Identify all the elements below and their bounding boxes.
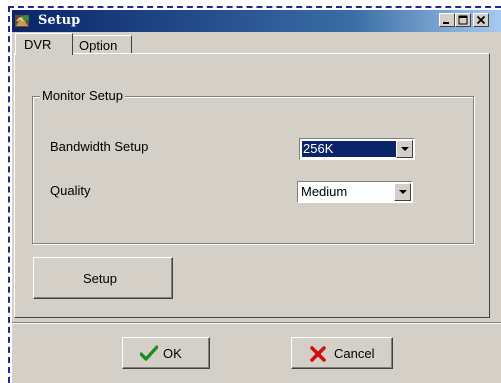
cross-icon [310,346,326,362]
monitor-setup-group [32,96,474,244]
minimize-icon [443,22,449,24]
screenshot-selection-top [8,6,501,8]
tab-dvr[interactable]: DVR [15,33,73,55]
tab-option-label: Option [79,38,118,53]
close-button[interactable] [473,13,489,27]
screenshot-selection-left [8,6,10,383]
window-title: Setup [38,13,81,28]
tab-dvr-label: DVR [24,37,52,52]
ok-button-label: OK [163,346,182,361]
cancel-button[interactable]: Cancel [291,337,393,369]
footer-divider [12,322,501,324]
maximize-button[interactable] [455,13,471,27]
monitor-setup-group-label: Monitor Setup [40,88,125,103]
tab-option[interactable]: Option [73,35,132,53]
quality-label: Quality [50,183,91,198]
bandwidth-dropdown-button[interactable] [396,140,413,158]
setup-dialog: Setup DVR Option Monitor Setup Bandwidth… [12,10,501,383]
close-icon [476,15,486,25]
chevron-down-icon [401,147,409,151]
quality-value: Medium [301,184,348,199]
quality-dropdown-button[interactable] [394,183,411,201]
maximize-icon [458,15,468,25]
app-icon [14,12,32,30]
bandwidth-value: 256K [302,141,396,157]
setup-button[interactable]: Setup [33,257,173,299]
checkmark-icon [140,345,158,361]
title-bar[interactable]: Setup [12,10,501,32]
minimize-button[interactable] [439,13,455,27]
setup-button-label: Setup [83,271,117,286]
bandwidth-select[interactable]: 256K [299,138,415,160]
chevron-down-icon [399,190,407,194]
quality-select[interactable]: Medium [297,181,413,203]
ok-button[interactable]: OK [122,337,210,369]
cancel-button-label: Cancel [334,346,375,361]
bandwidth-setup-label: Bandwidth Setup [50,139,149,154]
